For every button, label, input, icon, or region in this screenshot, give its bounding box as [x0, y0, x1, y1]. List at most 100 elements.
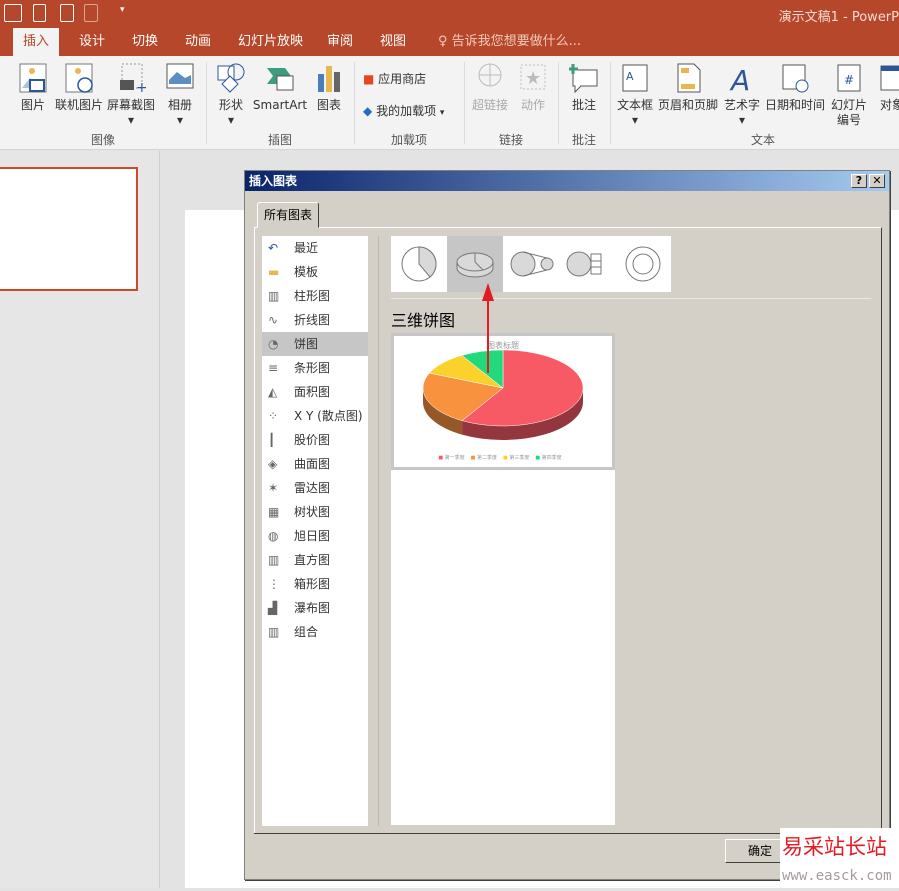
chart-type-icon: ▥ [268, 553, 280, 567]
chart-subtype-4[interactable] [559, 236, 615, 292]
label: 动作 [520, 98, 545, 112]
svg-text:★: ★ [525, 68, 541, 89]
action-button[interactable]: ★ 动作 [515, 62, 551, 113]
comment-button[interactable]: 批注 [566, 62, 602, 113]
photo-album-button[interactable]: 相册 ▾ [164, 62, 196, 128]
slide-thumbnail-1[interactable] [0, 167, 138, 291]
tell-me-search[interactable]: ♀ 告诉我您想要做什么... [428, 28, 591, 56]
divider [378, 236, 379, 826]
textbox-button[interactable]: A 文本框 ▾ [614, 62, 656, 128]
chart-type-item[interactable]: ⁘ X Y (散点图) [262, 404, 368, 428]
chart-type-icon: ◍ [268, 529, 279, 543]
chart-type-icon: ⁘ [268, 409, 279, 423]
slide-number-button[interactable]: # 幻灯片 编号 [829, 62, 869, 128]
chart-type-label: 箱形图 [294, 577, 331, 591]
label: 对象 [879, 98, 899, 112]
insert-chart-dialog: 插入图表 ? ✕ 所有图表 ↶ 最近 ▬ 模板 ▥ 柱形图 ∿ 折线图 ◔ 饼图 ≡ 条形图 ◭ 面积图 ⁘… [244, 170, 890, 880]
smartart-button[interactable]: SmartArt [252, 62, 308, 113]
store-icon: ■ [363, 72, 375, 86]
touch-mode-icon[interactable] [84, 4, 98, 22]
chart-type-label: 股价图 [294, 433, 331, 447]
chart-type-label: 折线图 [294, 313, 331, 327]
chart-type-item[interactable]: ▦ 树状图 [262, 500, 368, 524]
wordart-button[interactable]: A 艺术字 ▾ [722, 62, 762, 128]
chart-type-item[interactable]: ▬ 模板 [262, 260, 368, 284]
label: 屏幕截图 [106, 98, 155, 112]
my-addins-button[interactable]: ◆ 我的加载项 ▾ [363, 102, 444, 119]
chart-type-item[interactable]: ┃ 股价图 [262, 428, 368, 452]
header-footer-button[interactable]: 页眉和页脚 [656, 62, 720, 113]
slide-thumbnail-pane [0, 151, 160, 888]
svg-text:A: A [729, 64, 750, 94]
slideshow-from-start-icon[interactable] [4, 4, 22, 22]
divider [254, 833, 679, 834]
customize-qat-icon[interactable]: ▾ [120, 5, 125, 15]
chart-type-label: 模板 [294, 265, 319, 279]
date-time-button[interactable]: 日期和时间 [763, 62, 827, 113]
tab-transitions[interactable]: 切换 [122, 28, 168, 56]
online-picture-button[interactable]: 联机图片 [54, 62, 104, 113]
chart-type-icon: ▟ [268, 601, 278, 615]
legend-label: 第一季度 [444, 455, 465, 461]
label: 文本框 [616, 98, 653, 112]
screenshot-button[interactable]: + 屏幕截图 ▾ [106, 62, 156, 128]
chart-type-list: ↶ 最近 ▬ 模板 ▥ 柱形图 ∿ 折线图 ◔ 饼图 ≡ 条形图 ◭ 面积图 ⁘ X Y (散点图) ┃ 股价图 ◈… [262, 236, 368, 826]
chart-type-item[interactable]: ▥ 柱形图 [262, 284, 368, 308]
tab-animations[interactable]: 动画 [175, 28, 221, 56]
chart-type-icon: ◔ [268, 337, 279, 351]
svg-text:A: A [626, 70, 634, 83]
chart-button[interactable]: 图表 [312, 62, 346, 113]
group-label-links: 链接 [498, 133, 523, 147]
dialog-title-bar: 插入图表 [245, 171, 889, 191]
group-label-illustrations: 插图 [267, 133, 292, 147]
chart-type-label: 旭日图 [294, 529, 331, 543]
tab-review[interactable]: 审阅 [317, 28, 363, 56]
shapes-button[interactable]: 形状 ▾ [214, 62, 248, 128]
print-preview-icon[interactable] [60, 4, 74, 22]
svg-text:+: + [136, 80, 146, 94]
close-button[interactable]: ✕ [869, 174, 885, 188]
store-button[interactable]: ■ 应用商店 [363, 70, 426, 87]
chart-type-item[interactable]: ◈ 曲面图 [262, 452, 368, 476]
chart-type-item[interactable]: ≡ 条形图 [262, 356, 368, 380]
svg-text:www.easck.com: www.easck.com [782, 868, 892, 884]
chart-subtype-5[interactable] [615, 236, 671, 292]
chart-type-icon: ▬ [268, 265, 280, 279]
chart-type-icon: ▥ [268, 625, 280, 639]
chart-preview[interactable]: 图表标题 ■ 第一季度 ■ 第二季度 ■ 第三季度 ■ 第四季度 [391, 333, 615, 470]
chart-type-item[interactable]: ▥ 直方图 [262, 548, 368, 572]
chart-type-label: X Y (散点图) [294, 409, 363, 423]
hyperlink-button[interactable]: 超链接 [470, 62, 510, 113]
tab-slideshow[interactable]: 幻灯片放映 [228, 28, 313, 56]
chart-type-icon: ◈ [268, 457, 278, 471]
new-file-icon[interactable] [33, 4, 46, 22]
chart-type-icon: ≡ [268, 361, 279, 375]
chart-type-label: 直方图 [294, 553, 331, 567]
label: 日期和时间 [764, 98, 825, 112]
label: 我的加载项 [376, 104, 437, 118]
chart-type-icon: ∿ [268, 313, 279, 327]
tab-insert[interactable]: 插入 [13, 28, 60, 56]
group-label-addins: 加载项 [390, 133, 427, 147]
chart-type-item[interactable]: ∿ 折线图 [262, 308, 368, 332]
pie-subtype-icon [401, 246, 437, 282]
tab-design[interactable]: 设计 [69, 28, 115, 56]
picture-button[interactable]: 图片 [16, 62, 50, 113]
chart-type-item[interactable]: ◍ 旭日图 [262, 524, 368, 548]
chart-type-item[interactable]: ◭ 面积图 [262, 380, 368, 404]
chart-type-item[interactable]: ◔ 饼图 [262, 332, 368, 356]
preview-area: 图表标题 ■ 第一季度 ■ 第二季度 ■ 第三季度 ■ 第四季度 [391, 333, 615, 825]
chart-type-item[interactable]: ▥ 组合 [262, 620, 368, 644]
chart-type-item[interactable]: ↶ 最近 [262, 236, 368, 260]
chart-type-item[interactable]: ⋮ 箱形图 [262, 572, 368, 596]
chart-type-item[interactable]: ▟ 瀑布图 [262, 596, 368, 620]
tab-view[interactable]: 视图 [370, 28, 416, 56]
object-button[interactable]: 对象 [874, 62, 899, 113]
help-button[interactable]: ? [851, 174, 867, 188]
chart-subtype-3[interactable] [503, 236, 559, 292]
chart-type-item[interactable]: ✶ 雷达图 [262, 476, 368, 500]
tab-all-charts[interactable]: 所有图表 [257, 202, 319, 228]
legend-label: 第二季度 [476, 455, 497, 461]
pie-subtype-icon [510, 251, 554, 277]
chart-subtype-1[interactable] [391, 236, 447, 292]
